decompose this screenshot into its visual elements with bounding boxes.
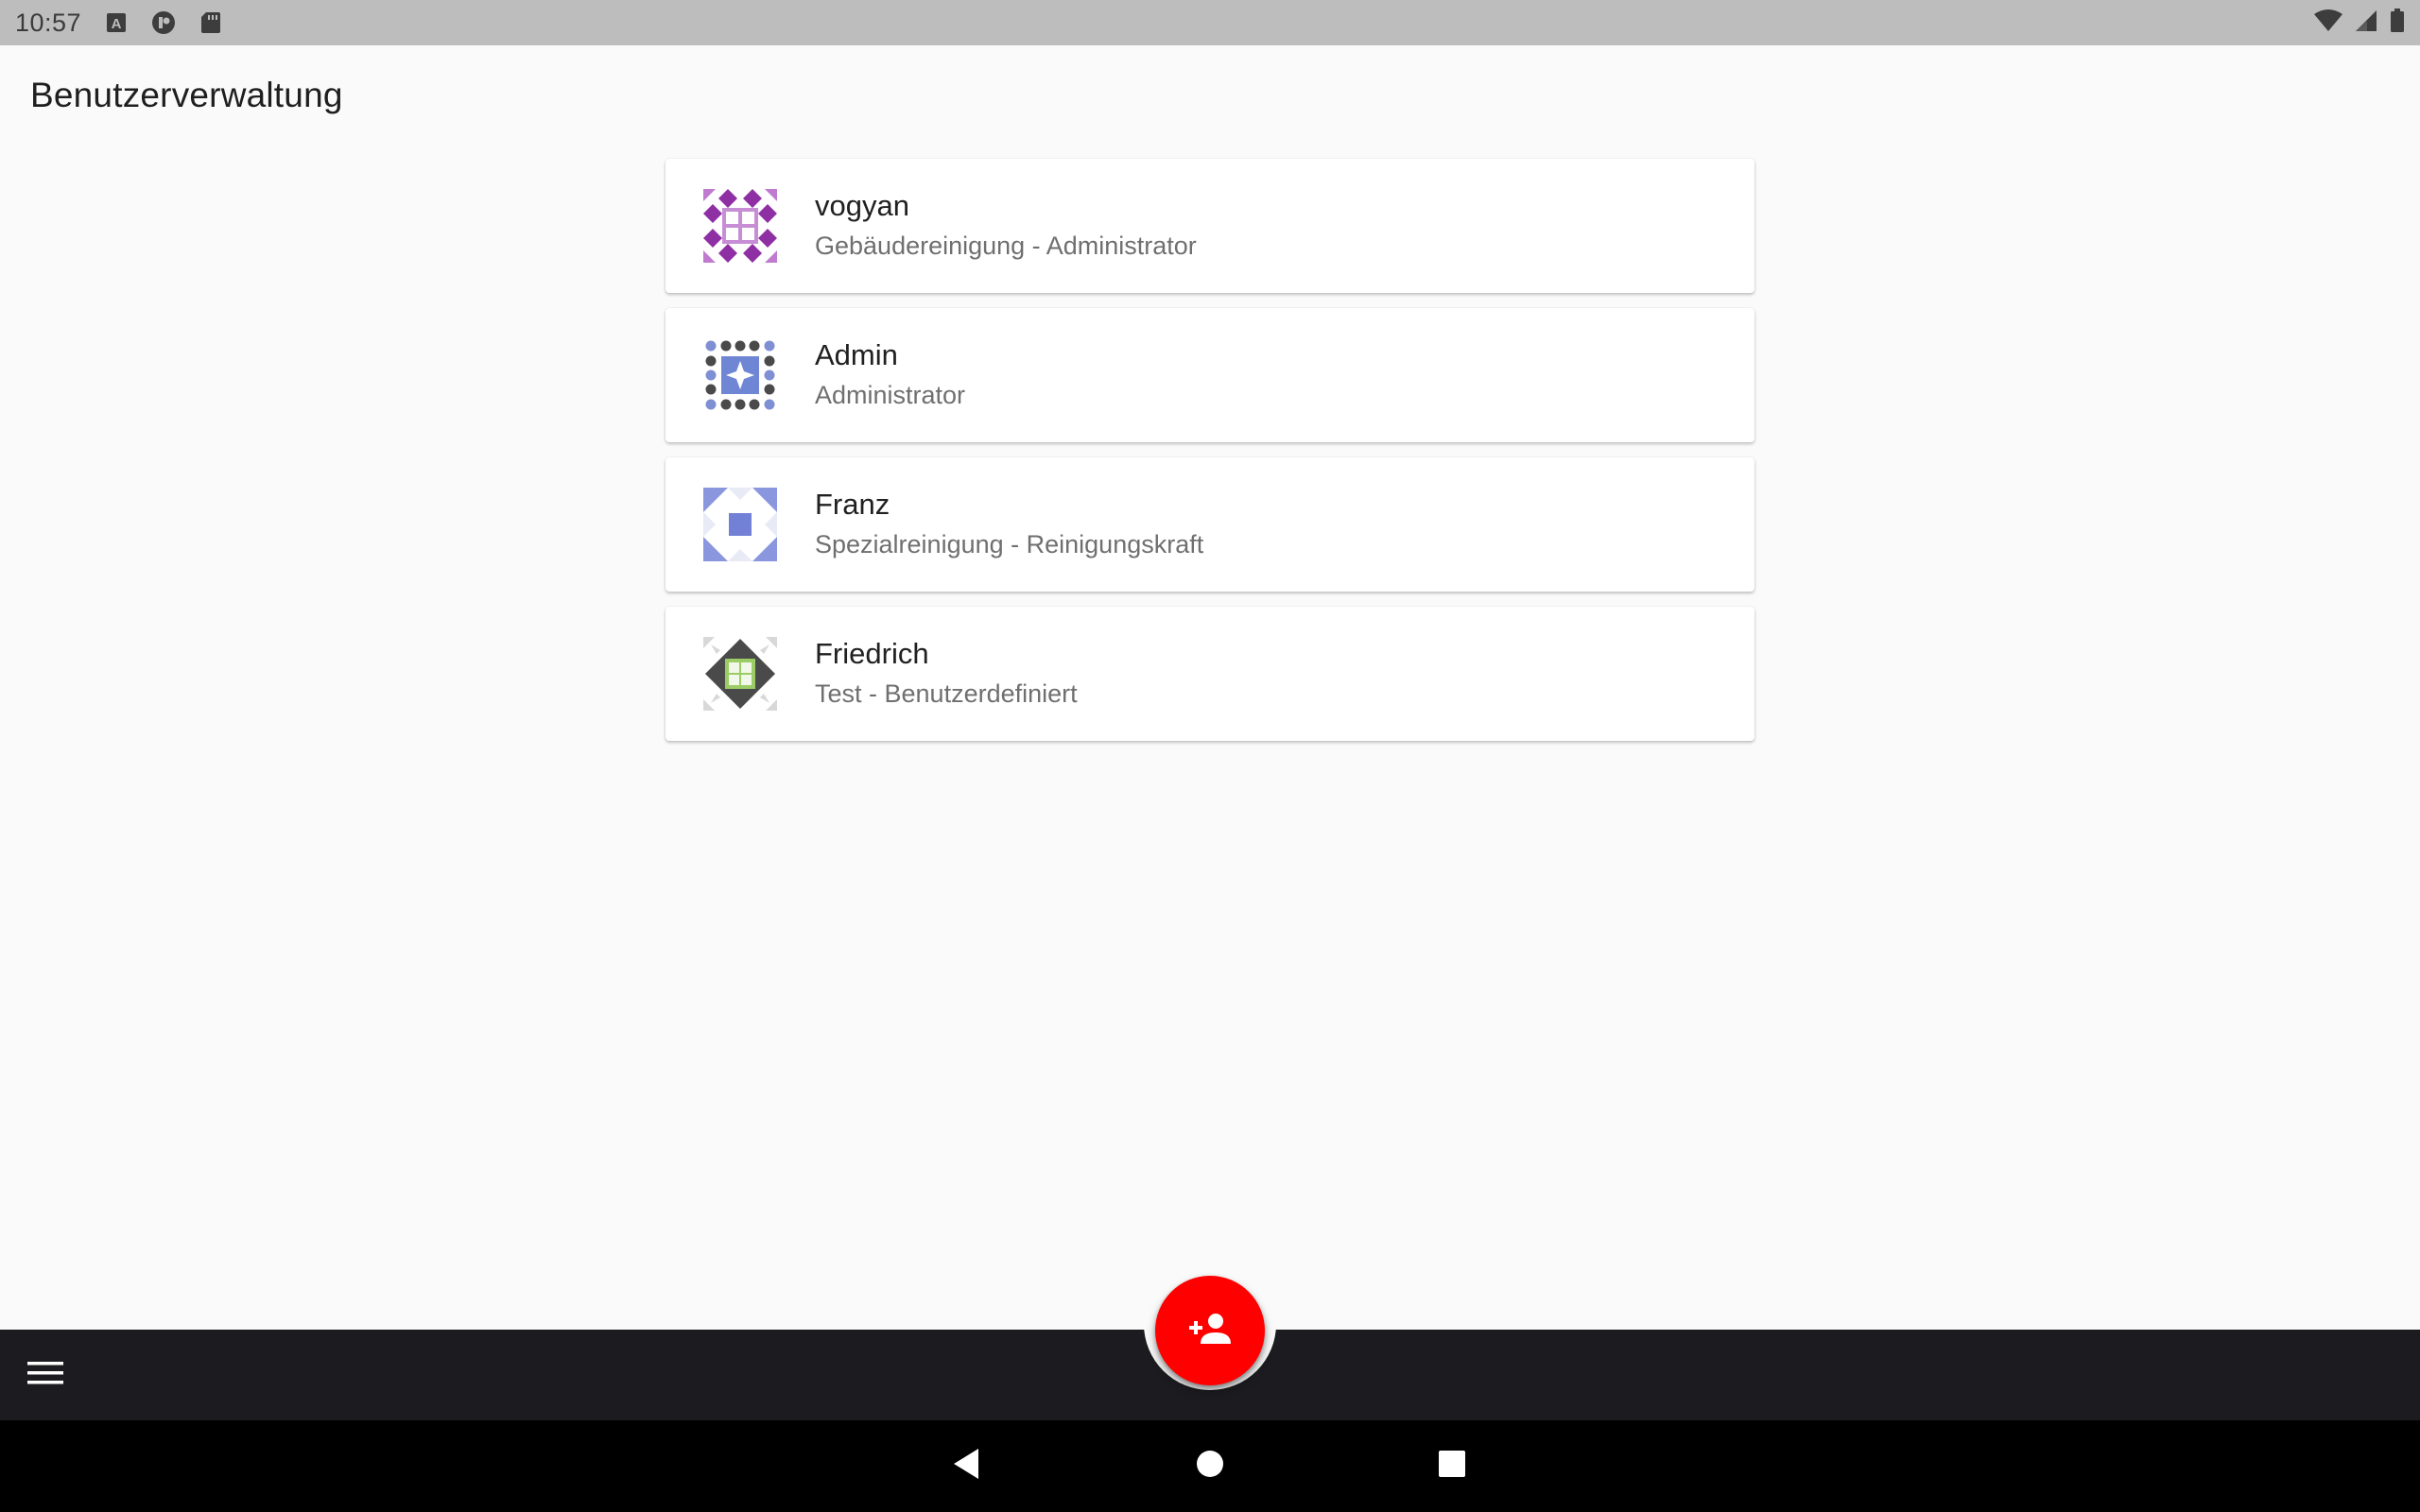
user-card-vogyan[interactable]: vogyan Gebäudereinigung - Administrator: [666, 159, 1754, 293]
user-role: Spezialreinigung - Reinigungskraft: [815, 530, 1204, 558]
user-name: Friedrich: [815, 637, 929, 670]
status-left: 10:57 A: [15, 9, 223, 38]
status-right: [2314, 8, 2405, 38]
add-person-icon: [1187, 1310, 1233, 1352]
back-triangle-icon: [952, 1448, 980, 1485]
user-name: vogyan: [815, 189, 909, 222]
status-time: 10:57: [15, 8, 82, 37]
menu-button[interactable]: [19, 1352, 72, 1398]
system-nav-bar: [0, 1420, 2420, 1512]
user-text: Admin Administrator: [815, 337, 965, 413]
nav-recents-button[interactable]: [1426, 1439, 1478, 1492]
user-role: Test - Benutzerdefiniert: [815, 679, 1078, 708]
app-root: 10:57 A Benutzerverwaltung vogyan Gebäud…: [0, 0, 2420, 1512]
nav-back-button[interactable]: [940, 1439, 993, 1492]
dots-star-avatar: [703, 338, 777, 412]
add-user-button[interactable]: [1155, 1276, 1265, 1385]
blue-square-avatar: [703, 488, 777, 561]
user-text: Friedrich Test - Benutzerdefiniert: [815, 636, 1078, 712]
recents-square-icon: [1438, 1450, 1466, 1483]
user-name: Admin: [815, 338, 898, 371]
sd-card-icon: [199, 10, 223, 35]
a-badge-icon: A: [104, 10, 129, 35]
hamburger-menu-icon: [27, 1360, 63, 1391]
page-title: Benutzerverwaltung: [30, 76, 343, 114]
signal-icon: [2354, 9, 2378, 37]
purple-quilt-avatar: [703, 189, 777, 263]
user-role: Administrator: [815, 381, 966, 409]
user-text: Franz Spezialreinigung - Reinigungskraft: [815, 487, 1203, 562]
user-card-franz[interactable]: Franz Spezialreinigung - Reinigungskraft: [666, 457, 1754, 592]
dark-diamond-avatar: [703, 637, 777, 711]
user-card-friedrich[interactable]: Friedrich Test - Benutzerdefiniert: [666, 607, 1754, 741]
user-list: vogyan Gebäudereinigung - Administrator: [666, 159, 1754, 741]
user-text: vogyan Gebäudereinigung - Administrator: [815, 188, 1197, 264]
nav-home-button[interactable]: [1184, 1439, 1236, 1492]
app-circle-icon: [151, 10, 176, 35]
user-role: Gebäudereinigung - Administrator: [815, 232, 1197, 260]
home-circle-icon: [1195, 1449, 1225, 1484]
user-name: Franz: [815, 488, 890, 521]
wifi-icon: [2314, 9, 2342, 37]
status-bar: 10:57 A: [0, 0, 2420, 45]
battery-icon: [2390, 8, 2405, 38]
svg-text:A: A: [112, 16, 122, 32]
user-card-admin[interactable]: Admin Administrator: [666, 308, 1754, 442]
